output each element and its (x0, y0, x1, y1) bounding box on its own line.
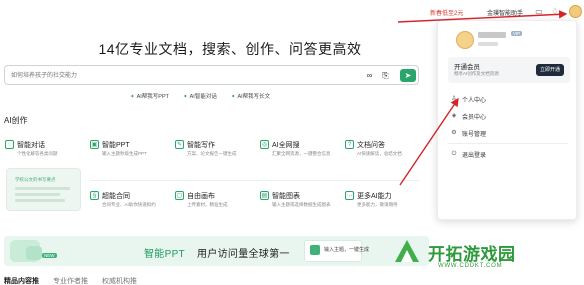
user-icon: ♙ (451, 96, 457, 102)
blurred-username (478, 32, 506, 38)
search-box: ∞ ⎘ ➤ (4, 65, 419, 85)
card-desc: 上传素材，精准生成 (187, 202, 228, 207)
card-desc: 方案、论文报告一键生成 (187, 151, 237, 156)
contract-icon: § (90, 191, 99, 200)
card-title: 智能PPT (102, 142, 130, 149)
folder-icon[interactable]: ▭ (534, 7, 544, 17)
assistant-link[interactable]: 金璞智能助手 (487, 8, 523, 17)
card-title: AI全网搜 (272, 142, 300, 149)
send-button[interactable]: ➤ (400, 69, 416, 82)
user-dropdown-panel: VIP 开通会员 畅享AI创作及文档资源 立即开通 ♙ 个人中心 ◈ 会员中心 … (437, 20, 577, 220)
blurred-user-id (478, 42, 498, 46)
content-tabs: 精品内容推 专业作者推 权威机构推 (4, 276, 137, 285)
card-smart-chart[interactable]: ▤ 智能图表 输入主题或选择数据生成图表 (260, 188, 342, 232)
tab-institutions[interactable]: 权威机构推 (102, 276, 137, 285)
card-more-ai[interactable]: ⋯ 更多AI能力 更多能力，敬请期待 (345, 188, 427, 232)
canvas-icon: ▢ (175, 191, 184, 200)
card-doc-qa[interactable]: ? 文档问答 AI快速解读，总结文档 (345, 137, 427, 181)
bell-icon[interactable]: ♢ (550, 7, 560, 17)
vip-icon: ◈ (451, 113, 457, 119)
card-ai-search[interactable]: ◎ AI全网搜 汇聚全网资源，一键整合信息 (260, 137, 342, 181)
divider (90, 180, 420, 181)
thumb-line (15, 199, 65, 202)
chat-icon: ◌ (5, 140, 14, 149)
vip-tag: VIP (511, 31, 523, 36)
logout-icon: ⏻ (451, 151, 457, 157)
card-contract[interactable]: § 超能合同 合同专业、AI助你快速拟约 (90, 188, 172, 232)
user-avatar[interactable] (569, 5, 582, 18)
quick-link-longtext[interactable]: ✦ AI帮我写长文 (231, 92, 270, 102)
star-icon: ✦ (230, 94, 236, 100)
ppt-icon (310, 245, 320, 255)
card-desc: 个性化解答各类问题 (17, 151, 58, 156)
ppt-icon: ▣ (90, 140, 99, 149)
quick-link-ppt[interactable]: ✦ AI帮我写PPT (130, 92, 169, 102)
card-title: 智能图表 (272, 193, 300, 200)
thumb-line (15, 187, 70, 190)
watermark-logo (395, 240, 419, 262)
card-title: 智能写作 (187, 142, 215, 149)
menu-label: 会员中心 (462, 115, 487, 121)
banner-mini-text: 输入主题，一键生成 (324, 247, 370, 253)
card-desc: AI快速解读，总结文档 (357, 151, 402, 156)
watermark-url: WWW.CDDKT.COM (438, 263, 503, 269)
card-title: 自由画布 (187, 193, 215, 200)
card-desc: 更多能力，敬请期待 (357, 202, 398, 207)
quick-link-chat[interactable]: ✦ AI智能对话 (183, 92, 217, 102)
thumb-text: 学校公文的书写要点 (15, 177, 56, 182)
divider (448, 143, 568, 144)
card-desc: 合同专业、AI助你快速拟约 (102, 202, 156, 207)
link-icon[interactable]: ∞ (364, 70, 375, 81)
banner-illustration (26, 246, 42, 260)
card-title: 更多AI能力 (357, 193, 392, 200)
globe-search-icon: ◎ (260, 140, 269, 149)
banner-title-green: 智能PPT (144, 249, 185, 260)
card-desc: 汇聚全网资源，一键整合信息 (272, 151, 331, 156)
card-free-canvas[interactable]: ▢ 自由画布 上传素材，精准生成 (175, 188, 257, 232)
open-membership-button[interactable]: 立即开通 (536, 64, 564, 76)
chat-preview-thumbnail[interactable]: 学校公文的书写要点 (6, 168, 81, 211)
search-input[interactable] (11, 70, 331, 81)
card-title: 文档问答 (357, 142, 385, 149)
pen-icon: ✎ (175, 140, 184, 149)
menu-item-profile[interactable]: ♙ 个人中心 (450, 93, 560, 105)
promo-link[interactable]: 新春低至2元 (430, 8, 463, 17)
promo-banner[interactable]: NEW 智能PPT 用户访问量全球第一 输入主题，一键生成 (4, 236, 429, 266)
member-card: 开通会员 畅享AI创作及文档资源 立即开通 (448, 57, 570, 83)
tab-authors[interactable]: 专业作者推 (53, 276, 88, 285)
menu-item-account[interactable]: ⚙ 账号管理 (450, 127, 560, 139)
member-desc: 畅享AI创作及文档资源 (454, 71, 499, 76)
chart-icon: ▤ (260, 191, 269, 200)
menu-label: 个人中心 (462, 98, 487, 104)
card-smart-write[interactable]: ✎ 智能写作 方案、论文报告一键生成 (175, 137, 257, 181)
upload-doc-icon[interactable]: ⎘ (380, 70, 391, 81)
card-smart-ppt[interactable]: ▣ 智能PPT 输入主题秒级生成PPT (90, 137, 172, 181)
card-desc: 输入主题或选择数据生成图表 (272, 202, 331, 207)
star-icon: ✦ (183, 94, 188, 100)
menu-label: 账号管理 (462, 132, 487, 138)
watermark-text: 开拓游戏园 (428, 245, 516, 264)
new-badge: NEW (42, 253, 57, 258)
star-icon: ✦ (130, 94, 135, 100)
gear-icon: ⚙ (451, 130, 457, 136)
page-headline: 14亿专业文档，搜索、创作、问答更高效 (98, 41, 362, 57)
member-title: 开通会员 (454, 64, 480, 71)
quick-links: ✦ AI帮我写PPT ✦ AI智能对话 ✦ AI帮我写长文 (130, 92, 270, 102)
card-title: 智能对话 (17, 142, 45, 149)
banner-title: 用户访问量全球第一 (197, 249, 290, 260)
avatar (456, 31, 474, 49)
menu-label: 退出登录 (462, 153, 487, 159)
more-icon: ⋯ (345, 191, 354, 200)
doc-qa-icon: ? (345, 140, 354, 149)
tab-featured[interactable]: 精品内容推 (4, 276, 39, 285)
thumb-line (15, 193, 60, 196)
card-desc: 输入主题秒级生成PPT (102, 151, 147, 156)
menu-item-logout[interactable]: ⏻ 退出登录 (450, 148, 560, 160)
section-title: AI创作 (4, 116, 28, 125)
menu-item-vip-center[interactable]: ◈ 会员中心 (450, 110, 560, 122)
card-title: 超能合同 (102, 193, 130, 200)
